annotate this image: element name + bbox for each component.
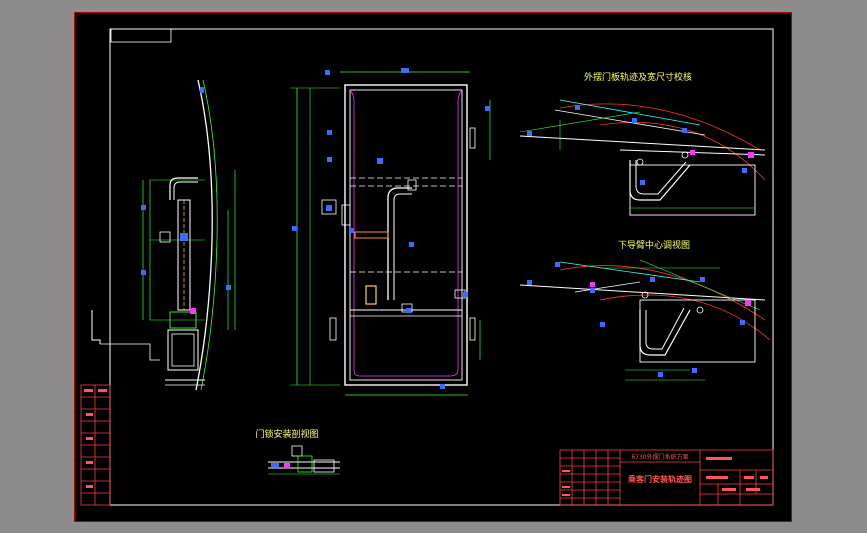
corner-tag-box bbox=[110, 28, 172, 43]
front-door-view bbox=[290, 68, 491, 396]
revision-strip-marks bbox=[84, 389, 107, 488]
label-door-lock-view: 门锁安装剖视图 bbox=[255, 428, 318, 440]
title-block-project-line: 6730外摆门系统方案 bbox=[631, 453, 688, 461]
outer-panel-trajectory-view bbox=[519, 99, 766, 216]
lower-arm-trajectory-view bbox=[519, 259, 771, 381]
left-bracket-profile bbox=[91, 310, 101, 344]
floor-line bbox=[100, 343, 160, 361]
cad-drawing-canvas: 外摆门板轨迹及宽尺寸校核 下导臂中心调视图 门锁安装剖视图 6730外摆门系统方… bbox=[80, 28, 774, 506]
side-section-view bbox=[141, 79, 236, 391]
label-lower-arm-view: 下导臂中心调视图 bbox=[618, 239, 690, 251]
inner-frame bbox=[109, 28, 774, 506]
revision-strip bbox=[80, 384, 111, 506]
door-lock-section-view bbox=[268, 445, 340, 475]
title-block-drawing-title: 乘客门安装轨迹图 bbox=[627, 474, 692, 484]
label-outer-panel-view: 外摆门板轨迹及宽尺寸校核 bbox=[584, 71, 692, 83]
